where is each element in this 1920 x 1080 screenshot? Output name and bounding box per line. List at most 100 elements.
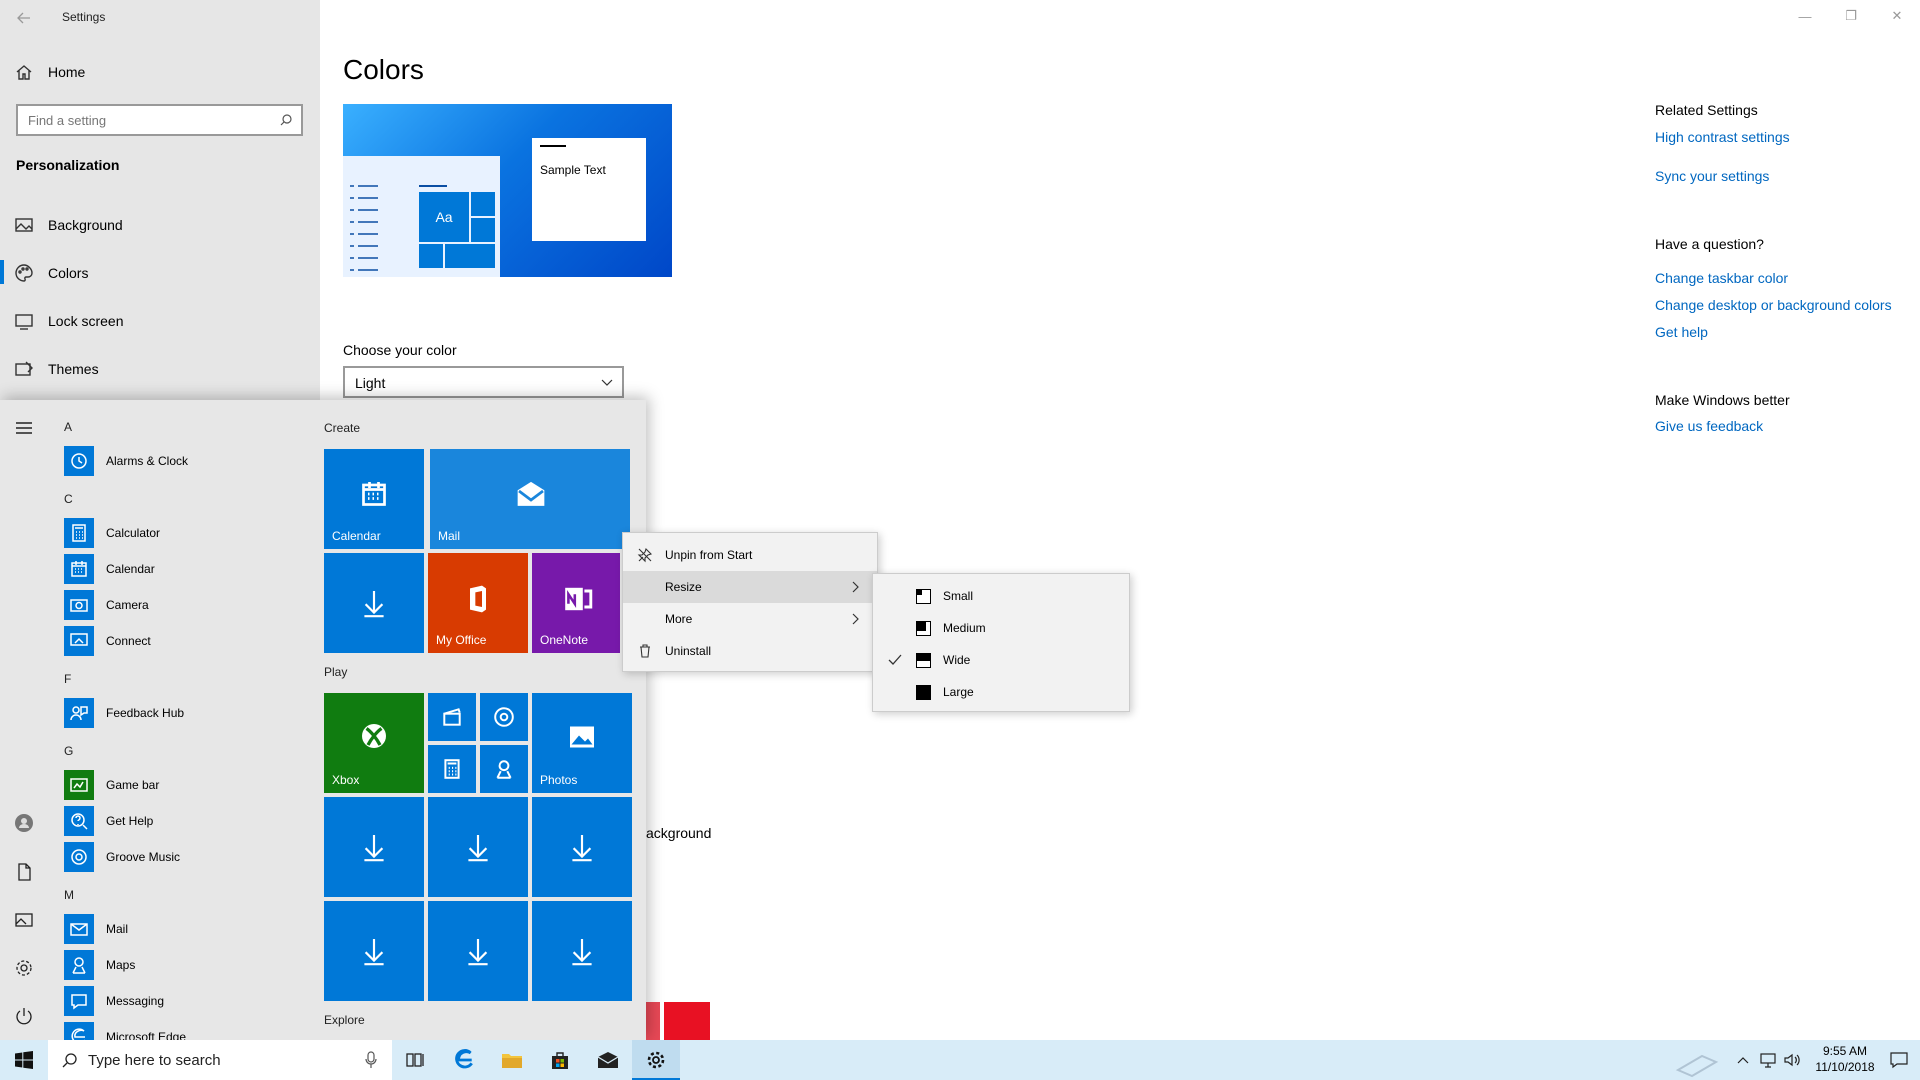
- change-desktop-colors-link[interactable]: Change desktop or background colors: [1655, 297, 1892, 313]
- app-item-game-bar[interactable]: Game bar: [64, 769, 304, 801]
- tile-group-explore[interactable]: Explore: [324, 1013, 365, 1027]
- app-list-header[interactable]: C: [64, 492, 73, 506]
- power-icon[interactable]: [14, 1006, 34, 1026]
- menu-item-label: Wide: [943, 653, 971, 667]
- hamburger-icon[interactable]: [14, 418, 34, 438]
- tile-photos[interactable]: Photos: [532, 693, 632, 793]
- menu-item-unpin[interactable]: Unpin from Start: [623, 539, 877, 571]
- taskbar-file-explorer[interactable]: [488, 1040, 536, 1080]
- clock[interactable]: 9:55 AM 11/10/2018: [1806, 1043, 1884, 1077]
- tile-my-office[interactable]: My Office: [428, 553, 528, 653]
- tile-label: Calendar: [332, 529, 381, 543]
- app-item-feedback-hub[interactable]: Feedback Hub: [64, 697, 304, 729]
- tile-calculator[interactable]: [428, 745, 476, 793]
- tile-download[interactable]: [428, 901, 528, 1001]
- tile-download[interactable]: [324, 797, 424, 897]
- tile-download[interactable]: [532, 797, 632, 897]
- minimize-button[interactable]: —: [1782, 0, 1828, 32]
- app-list-header[interactable]: G: [64, 744, 73, 758]
- back-arrow-icon[interactable]: [14, 8, 34, 28]
- app-item-maps[interactable]: Maps: [64, 949, 304, 981]
- volume-icon[interactable]: [1782, 1050, 1802, 1070]
- app-item-messaging[interactable]: Messaging: [64, 985, 304, 1017]
- tile-movies[interactable]: [428, 693, 476, 741]
- clock-icon: [64, 446, 94, 476]
- resize-large[interactable]: Large: [873, 676, 1129, 708]
- user-account-icon[interactable]: [14, 813, 34, 833]
- tile-download[interactable]: [428, 797, 528, 897]
- app-item-camera[interactable]: Camera: [64, 589, 304, 621]
- sync-settings-link[interactable]: Sync your settings: [1655, 168, 1769, 184]
- download-arrow-icon: [572, 835, 592, 862]
- menu-item-resize[interactable]: Resize: [623, 571, 877, 603]
- app-item-calendar[interactable]: Calendar: [64, 553, 304, 585]
- app-item-groove-music[interactable]: Groove Music: [64, 841, 304, 873]
- tile-size-large-icon: [916, 685, 931, 700]
- tile-size-small-icon: [916, 589, 931, 604]
- pictures-icon[interactable]: [14, 910, 34, 930]
- tile-download[interactable]: [532, 901, 632, 1001]
- app-list-header[interactable]: A: [64, 420, 72, 434]
- documents-icon[interactable]: [14, 862, 34, 882]
- preview-sample-text: Sample Text: [540, 163, 606, 177]
- color-swatch[interactable]: [664, 1002, 710, 1040]
- give-feedback-link[interactable]: Give us feedback: [1655, 418, 1763, 434]
- app-list-header[interactable]: M: [64, 888, 74, 902]
- find-setting-input[interactable]: Find a setting: [16, 104, 303, 136]
- restore-button[interactable]: ❐: [1828, 0, 1874, 32]
- resize-submenu: Small Medium Wide Large: [872, 573, 1130, 712]
- edge-icon: [64, 1022, 94, 1040]
- sidebar-item-colors[interactable]: Colors: [0, 249, 320, 297]
- mail-icon: [597, 1052, 619, 1068]
- tile-mail[interactable]: Mail: [430, 449, 630, 549]
- resize-wide[interactable]: Wide: [873, 644, 1129, 676]
- taskbar-store[interactable]: [536, 1040, 584, 1080]
- taskbar-mail[interactable]: [584, 1040, 632, 1080]
- sidebar-item-background[interactable]: Background: [0, 201, 320, 249]
- app-item-get-help[interactable]: Get Help: [64, 805, 304, 837]
- help-icon: [64, 806, 94, 836]
- app-item-connect[interactable]: Connect: [64, 625, 304, 657]
- choose-color-dropdown[interactable]: Light: [343, 366, 624, 398]
- close-button[interactable]: ✕: [1874, 0, 1920, 32]
- sidebar-item-lock-screen[interactable]: Lock screen: [0, 297, 320, 345]
- task-view-button[interactable]: [392, 1040, 440, 1080]
- settings-gear-icon[interactable]: [14, 958, 34, 978]
- edge-icon: [455, 1049, 473, 1069]
- tile-download[interactable]: [324, 553, 424, 653]
- taskbar-search-box[interactable]: Type here to search: [48, 1040, 392, 1080]
- chevron-up-icon[interactable]: [1736, 1050, 1750, 1070]
- tile-groove[interactable]: [480, 693, 528, 741]
- tile-maps[interactable]: [480, 745, 528, 793]
- tile-calendar[interactable]: Calendar: [324, 449, 424, 549]
- app-list-header[interactable]: F: [64, 672, 71, 686]
- sidebar-item-themes[interactable]: Themes: [0, 345, 320, 393]
- tile-xbox[interactable]: Xbox: [324, 693, 424, 793]
- resize-medium[interactable]: Medium: [873, 612, 1129, 644]
- tile-group-create[interactable]: Create: [324, 421, 360, 435]
- sidebar-item-label: Colors: [48, 265, 89, 281]
- menu-item-more[interactable]: More: [623, 603, 877, 635]
- app-item-mail[interactable]: Mail: [64, 913, 304, 945]
- taskbar-settings[interactable]: [632, 1040, 680, 1080]
- task-view-icon: [406, 1053, 424, 1067]
- app-item-calculator[interactable]: Calculator: [64, 517, 304, 549]
- start-button[interactable]: [0, 1040, 48, 1080]
- high-contrast-link[interactable]: High contrast settings: [1655, 129, 1790, 145]
- change-taskbar-color-link[interactable]: Change taskbar color: [1655, 270, 1788, 286]
- tile-onenote[interactable]: OneNote: [532, 553, 620, 653]
- action-center-icon[interactable]: [1888, 1050, 1910, 1070]
- tile-download[interactable]: [324, 901, 424, 1001]
- taskbar-edge[interactable]: [440, 1040, 488, 1080]
- color-swatch[interactable]: [646, 1002, 660, 1040]
- sidebar-home[interactable]: Home: [0, 48, 320, 96]
- resize-small[interactable]: Small: [873, 580, 1129, 612]
- menu-item-uninstall[interactable]: Uninstall: [623, 635, 877, 667]
- app-item-alarms-clock[interactable]: Alarms & Clock: [64, 445, 304, 477]
- network-icon[interactable]: [1758, 1050, 1778, 1070]
- get-help-link[interactable]: Get help: [1655, 324, 1708, 340]
- tile-group-play[interactable]: Play: [324, 665, 347, 679]
- tray-overflow-icon[interactable]: [1672, 1040, 1728, 1080]
- music-icon: [64, 842, 94, 872]
- app-item-microsoft-edge[interactable]: Microsoft Edge: [64, 1021, 304, 1040]
